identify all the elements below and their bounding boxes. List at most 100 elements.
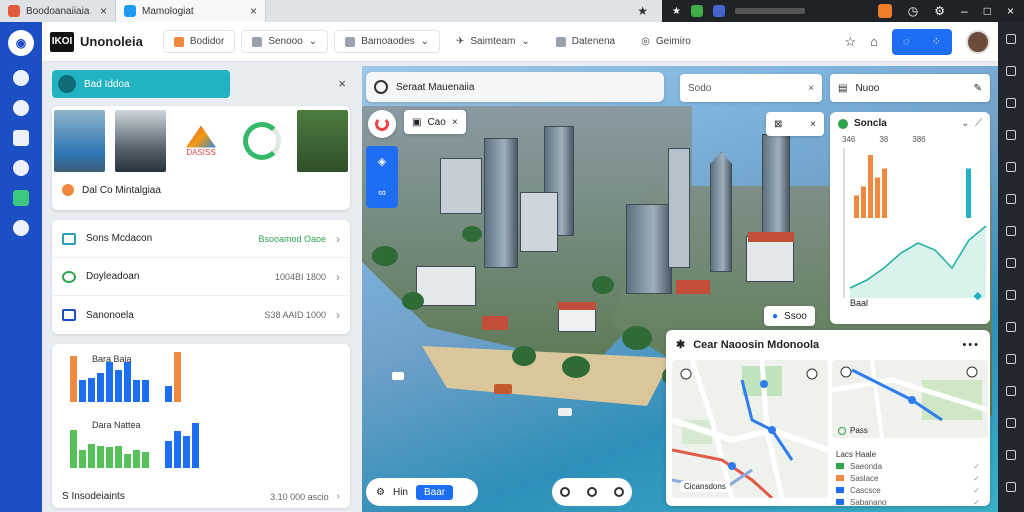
rail-chat-icon[interactable] [13, 160, 29, 176]
rail-tool-icon[interactable] [1006, 450, 1016, 460]
history-icon[interactable]: ◷ [908, 4, 918, 18]
user-avatar[interactable] [966, 29, 990, 54]
extension-icon[interactable] [712, 5, 725, 17]
rail-tool-icon[interactable] [1006, 194, 1016, 204]
legend-item[interactable]: Sabanano ✓ [836, 496, 980, 508]
map-toolbar: ⊠ × [766, 112, 824, 136]
rail-tool-icon[interactable] [1006, 290, 1016, 300]
compass-icon [374, 80, 388, 94]
nav-bamoaodes[interactable]: Bamoaodes ⌄ [334, 30, 440, 53]
media-thumb-person[interactable] [54, 110, 105, 172]
brand-name: Unonoleia [80, 34, 143, 49]
rail-tool-icon[interactable] [1006, 98, 1016, 108]
star-icon[interactable]: ☆ [844, 34, 856, 50]
close-window-icon[interactable]: × [1007, 4, 1014, 18]
mountain-logo-icon [185, 125, 216, 148]
home-icon[interactable]: ⌂ [870, 34, 878, 49]
rail-tool-icon[interactable] [1006, 162, 1016, 172]
app-rail: ◉ [0, 22, 42, 512]
profile-bar[interactable]: Bad Iddoa [52, 70, 230, 98]
rail-explore-icon[interactable] [13, 100, 29, 116]
map-tower [626, 204, 672, 294]
route-icon[interactable]: ◈ [378, 155, 386, 168]
media-thumb-classroom[interactable] [114, 110, 166, 172]
browser-tab[interactable]: Boodoanaiiaia × [0, 0, 116, 22]
map-chip[interactable]: ● Ssoo [764, 306, 815, 326]
rail-tool-icon[interactable] [1006, 482, 1016, 492]
list-item[interactable]: Doyleadoan 1004BI 1800 › [52, 258, 350, 296]
rail-people-icon[interactable] [13, 220, 29, 236]
nav-icon [345, 36, 356, 47]
rail-tool-icon[interactable] [1006, 418, 1016, 428]
media-thumb-park[interactable] [297, 110, 348, 172]
rail-grid-icon[interactable] [13, 190, 29, 206]
media-thumb-progress[interactable] [236, 110, 288, 172]
chart-bar [868, 155, 873, 218]
minimap-left[interactable]: Cicansdons [672, 360, 828, 498]
app-logo-icon[interactable]: ◉ [8, 30, 34, 56]
media-thumb-logo[interactable]: DASISS [175, 110, 227, 172]
rail-tool-icon[interactable] [1006, 322, 1016, 332]
view-icon[interactable] [560, 487, 571, 497]
legend-item[interactable]: Saslace ✓ [836, 472, 980, 484]
info-icon[interactable]: ◆ [974, 289, 982, 302]
nav-bodidor[interactable]: Bodidor [162, 30, 236, 53]
view-icon[interactable] [613, 487, 624, 497]
brand[interactable]: IKOI Unonoleia [50, 31, 143, 52]
map-roof [748, 232, 794, 242]
star-icon[interactable]: ★ [637, 4, 648, 18]
rail-tool-icon[interactable] [1006, 34, 1016, 44]
nav-geimiro[interactable]: ◎ Geimiro [631, 31, 701, 52]
browser-tab-active[interactable]: Mamologiat × [116, 0, 266, 22]
rail-tool-icon[interactable] [1006, 66, 1016, 76]
action-button[interactable]: ◌ ⁘ [892, 28, 952, 55]
list-item[interactable]: Sons Mcdacon Bsooamod Oaoe › [52, 220, 350, 258]
close-panel-icon[interactable]: × [338, 76, 346, 91]
favicon-icon [124, 5, 136, 17]
legend-swatch [836, 499, 844, 505]
no-entry-icon[interactable]: ⊠ [774, 119, 782, 130]
minimap-chip[interactable]: Pass [838, 426, 868, 435]
rail-tool-icon[interactable] [1006, 226, 1016, 236]
rail-home-icon[interactable] [13, 70, 29, 86]
close-icon[interactable]: × [452, 117, 458, 128]
close-icon[interactable]: × [808, 83, 814, 94]
binoculars-icon[interactable]: ∞ [378, 187, 386, 199]
chat-icon: ◌ [903, 35, 910, 48]
map-chip[interactable]: ▣ Cao × [404, 110, 466, 134]
nav-saimteam[interactable]: ✈ Saimteam ⌄ [446, 31, 540, 52]
map-search-bar[interactable]: Seraat Mauenaiia [366, 72, 664, 102]
close-tab-icon[interactable]: × [250, 4, 257, 18]
settings-icon[interactable]: ⚙ [934, 4, 945, 18]
chart-bar [133, 380, 140, 402]
nav-datenena[interactable]: Datenena [546, 31, 625, 52]
nav-senooo[interactable]: Senooo ⌄ [241, 30, 329, 53]
star-icon[interactable]: ★ [672, 6, 681, 17]
legend-item[interactable]: Cascsce ✓ [836, 484, 980, 496]
panel-tools[interactable]: ⌄ ⟋ [961, 118, 982, 129]
search-input[interactable]: Sodo × [680, 74, 822, 102]
rail-tool-icon[interactable] [1006, 258, 1016, 268]
refresh-button[interactable] [368, 110, 396, 138]
rail-document-icon[interactable] [13, 130, 29, 146]
more-icon[interactable]: ••• [962, 339, 980, 351]
map-building [416, 266, 476, 306]
edit-icon[interactable]: ✎ [974, 83, 982, 94]
check-icon: ✓ [973, 485, 980, 495]
list-item[interactable]: Sanonoela S38 AAID 1000 › [52, 296, 350, 334]
analytics-header[interactable]: ▤ Nuoo ✎ [830, 74, 990, 102]
status-dot-icon [838, 118, 848, 129]
legend-item[interactable]: Saeonda ✓ [836, 460, 980, 472]
map-bottom-controls[interactable]: ⚙ Hin Baar [366, 478, 478, 506]
close-icon[interactable]: × [810, 119, 816, 130]
view-icon[interactable] [586, 487, 597, 497]
maximize-icon[interactable]: □ [984, 4, 991, 18]
rail-tool-icon[interactable] [1006, 386, 1016, 396]
minimize-icon[interactable]: – [961, 4, 968, 18]
extension-icon[interactable] [690, 5, 703, 17]
extension-icon[interactable] [877, 4, 892, 18]
close-tab-icon[interactable]: × [100, 4, 107, 18]
rail-tool-icon[interactable] [1006, 130, 1016, 140]
charts-footer[interactable]: S Insodeiaints 3.10 000 ascio › [62, 491, 340, 502]
rail-tool-icon[interactable] [1006, 354, 1016, 364]
